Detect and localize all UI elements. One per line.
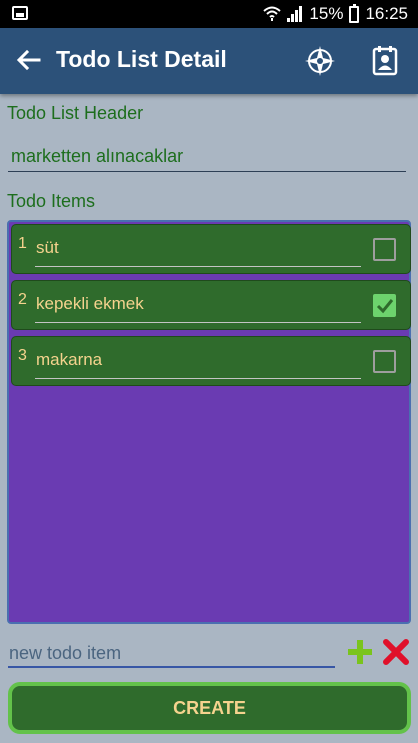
todo-item-input[interactable]: makarna xyxy=(35,345,361,379)
contact-card-icon[interactable] xyxy=(368,44,402,78)
checkmark-icon xyxy=(376,299,394,314)
todo-list-header-input[interactable]: marketten alınacaklar xyxy=(8,140,406,172)
todo-item-checkbox[interactable] xyxy=(373,350,396,373)
clock: 16:25 xyxy=(365,4,408,23)
todo-items-panel: 1 süt 2 kepekli ekmek 3 makarna xyxy=(7,220,411,624)
x-icon[interactable] xyxy=(382,638,410,666)
todo-item-checkbox[interactable] xyxy=(373,238,396,261)
status-indicators: 15% 16:25 xyxy=(263,3,408,24)
battery-icon xyxy=(349,3,360,23)
todo-item-input[interactable]: süt xyxy=(35,233,361,267)
todo-item-input[interactable]: kepekli ekmek xyxy=(35,289,361,323)
items-section-label: Todo Items xyxy=(7,191,96,211)
app-bar: Todo List Detail xyxy=(0,28,418,94)
status-bar: 15% 16:25 xyxy=(0,0,418,28)
todo-item: 3 makarna xyxy=(11,336,411,386)
todo-item-number: 3 xyxy=(18,347,27,364)
todo-item: 2 kepekli ekmek xyxy=(11,280,411,330)
wifi-icon xyxy=(263,6,282,21)
compass-icon[interactable] xyxy=(303,44,337,78)
todo-item-number: 2 xyxy=(18,291,27,308)
todo-item-number: 1 xyxy=(18,235,27,252)
todo-item: 1 süt xyxy=(11,224,411,274)
todo-item-checkbox[interactable] xyxy=(373,294,396,317)
plus-icon[interactable] xyxy=(346,638,374,666)
image-notification-icon xyxy=(12,6,28,20)
battery-percent: 15% xyxy=(309,4,344,23)
create-button[interactable]: CREATE xyxy=(8,682,411,734)
new-todo-item-input[interactable]: new todo item xyxy=(8,640,335,668)
page-title: Todo List Detail xyxy=(56,46,227,72)
signal-icon xyxy=(287,6,303,22)
arrow-left-icon[interactable] xyxy=(14,45,44,75)
header-section-label: Todo List Header xyxy=(7,103,144,123)
